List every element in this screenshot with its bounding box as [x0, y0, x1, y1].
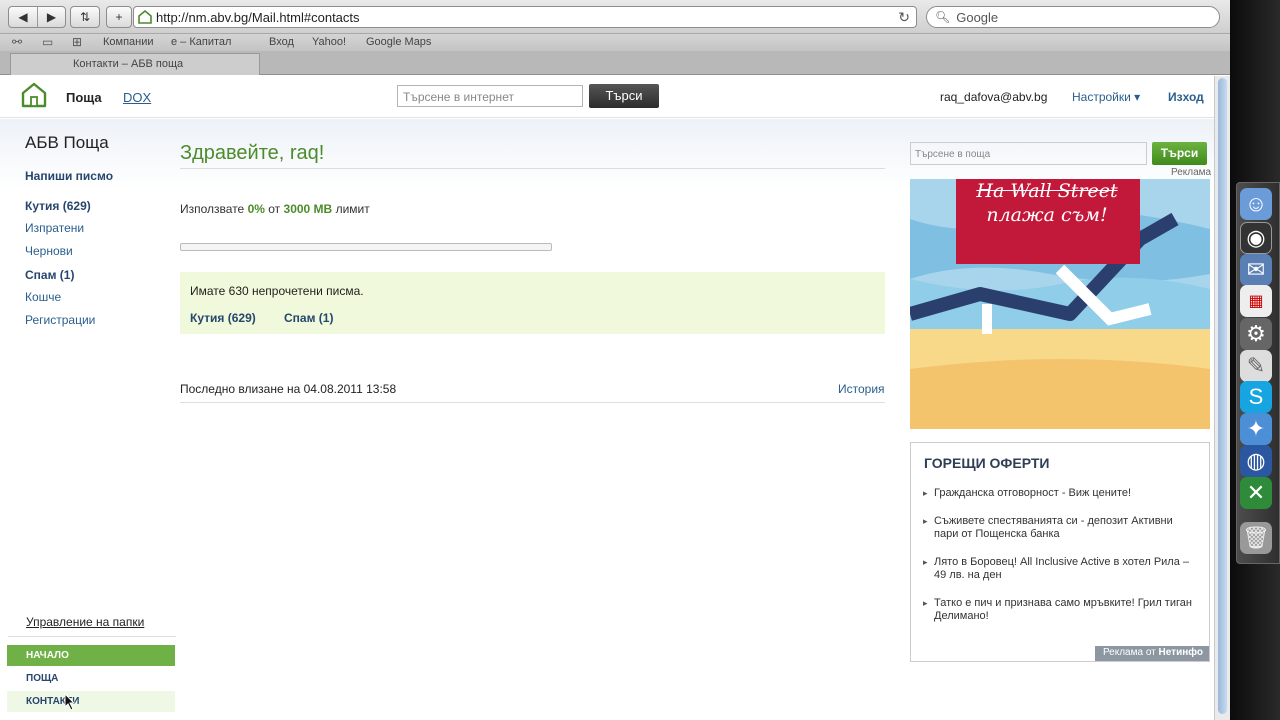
browser-tab[interactable]: Контакти – АБВ поща [10, 53, 260, 75]
page-scrollbar[interactable] [1214, 76, 1230, 720]
divider [180, 402, 885, 403]
offers-footer-brand: Нетинфо [1158, 647, 1203, 658]
url-text: http://nm.abv.bg/Mail.html#contacts [156, 9, 360, 25]
dashboard-icon[interactable]: ◉ [1240, 222, 1272, 254]
back-button[interactable]: ◀ [9, 7, 37, 27]
grid-icon[interactable]: ⊞ [72, 35, 82, 49]
mail-search-input[interactable]: Търсене в поща [910, 142, 1147, 165]
finder-icon[interactable]: ☺ [1240, 188, 1272, 220]
site-home-icon [138, 10, 152, 24]
quota-progress-bar [180, 243, 552, 251]
usage-percent: 0% [247, 202, 265, 216]
logout-link[interactable]: Изход [1168, 90, 1204, 104]
ad-text-line-1: На Wall Street [976, 180, 1118, 202]
greeting-heading: Здравейте, raq! [180, 142, 325, 164]
open-book-icon[interactable]: ▭ [42, 35, 53, 49]
sidebar-folder-spam[interactable]: Спам (1) [25, 268, 74, 282]
compose-link[interactable]: Напиши писмо [25, 169, 113, 183]
offer-link[interactable]: Съживете спестяванията си - депозит Акти… [923, 515, 1198, 541]
sidebar-tab-home[interactable]: НАЧАЛО [7, 645, 175, 666]
sidebar-folder-registrations[interactable]: Регистрации [25, 313, 95, 327]
usage-suffix: лимит [335, 202, 370, 216]
usage-prefix: Използвате [180, 202, 245, 216]
history-link[interactable]: История [838, 382, 885, 396]
internet-search-input[interactable]: Търсене в интернет [397, 85, 583, 107]
nav-buttons: ◀ ▶ [8, 6, 66, 28]
page: Поща DOX Търсене в интернет Търси raq_da… [0, 76, 1214, 720]
tab-bar: Контакти – АБВ поща [0, 51, 1230, 75]
divider [180, 168, 885, 169]
browser-window: ◀ ▶ ⇅ + http://nm.abv.bg/Mail.html#conta… [0, 0, 1230, 720]
home-icon[interactable] [20, 81, 48, 109]
offers-footer[interactable]: Реклама от Нетинфо [1094, 646, 1209, 661]
bookmark-item[interactable]: Yahoo! [312, 36, 346, 48]
hot-offers-title: ГОРЕЩИ ОФЕРТИ [924, 455, 1050, 471]
sidebar-folder-sent[interactable]: Изпратени [25, 221, 84, 235]
system-preferences-icon[interactable]: ⚙ [1240, 318, 1272, 350]
hot-offers-box: ГОРЕЩИ ОФЕРТИ Гражданска отговорност - В… [910, 442, 1210, 662]
sidebar-folder-inbox[interactable]: Кутия (629) [25, 199, 91, 213]
sidebar-folder-drafts[interactable]: Чернови [25, 244, 73, 258]
manage-folders-link[interactable]: Управление на папки [26, 615, 144, 629]
bookmark-item[interactable]: е – Капитал [171, 36, 231, 48]
browser-search-placeholder: Google [956, 9, 999, 25]
bookmarks-bar: ⚯ ▭ ⊞ Компании е – Капитал Вход Yahoo! G… [0, 34, 1230, 51]
ad-banner[interactable]: На Wall Street плажа съм! [910, 179, 1210, 429]
bookmark-button[interactable]: ⇅ [70, 6, 100, 28]
notes-icon[interactable]: ✎ [1240, 350, 1272, 382]
ad-text: На Wall Street плажа съм! [972, 179, 1122, 227]
sidebar-tab-mail[interactable]: ПОЩА [7, 668, 175, 689]
usage-limit: 3000 MB [283, 202, 333, 216]
forward-button[interactable]: ▶ [37, 7, 65, 27]
plus-icon: + [115, 10, 123, 24]
trash-icon[interactable]: 🗑︎ [1240, 522, 1272, 554]
offer-link[interactable]: Гражданска отговорност - Виж цените! [923, 487, 1198, 500]
site-header: Поща DOX Търсене в интернет Търси raq_da… [0, 76, 1214, 118]
excel-icon[interactable]: ✕ [1240, 477, 1272, 509]
sidebar-divider [8, 636, 176, 637]
settings-menu[interactable]: Настройки ▾ [1072, 90, 1140, 104]
ad-label: Реклама [1171, 167, 1212, 178]
offer-link[interactable]: Лято в Боровец! All Inclusive Active в х… [923, 556, 1198, 582]
reload-icon[interactable]: ↻ [898, 9, 910, 26]
storage-usage: Използвате 0% от 3000 MB лимит [180, 202, 370, 216]
search-icon: 🔍︎ [935, 10, 951, 24]
mail-search-button[interactable]: Търси [1152, 142, 1207, 165]
browser-toolbar: ◀ ▶ ⇅ + http://nm.abv.bg/Mail.html#conta… [0, 0, 1230, 34]
unread-notice: Имате 630 непрочетени писма. Кутия (629)… [180, 272, 885, 334]
bookmark-item[interactable]: Вход [269, 36, 294, 48]
nav-dox[interactable]: DOX [123, 90, 151, 105]
sidebar-tab-contacts[interactable]: КОНТАКТИ [7, 691, 175, 712]
browser-search-field[interactable]: 🔍︎ Google [926, 6, 1220, 28]
unread-spam-link[interactable]: Спам (1) [284, 311, 333, 325]
address-bar[interactable]: http://nm.abv.bg/Mail.html#contacts ↻ [133, 6, 917, 28]
bookmark-item[interactable]: Компании [103, 36, 154, 48]
network-icon[interactable]: ◍ [1240, 445, 1272, 477]
usage-mid: от [268, 202, 281, 216]
sidebar-folder-trash[interactable]: Кошче [25, 290, 61, 304]
user-email: raq_dafova@abv.bg [940, 90, 1048, 104]
unread-text: Имате 630 непрочетени писма. [190, 284, 364, 298]
safari-icon[interactable]: ✦ [1240, 413, 1272, 445]
unread-inbox-link[interactable]: Кутия (629) [190, 311, 256, 325]
offers-footer-prefix: Реклама от [1102, 647, 1156, 658]
scrollbar-thumb[interactable] [1218, 78, 1227, 714]
internet-search-button[interactable]: Търси [589, 84, 659, 108]
last-login-text: Последно влизане на 04.08.2011 13:58 [180, 382, 397, 396]
skype-icon[interactable]: S [1240, 381, 1272, 413]
reading-glasses-icon[interactable]: ⚯ [12, 35, 22, 49]
mouse-cursor-icon [64, 693, 76, 711]
nav-mail[interactable]: Поща [66, 90, 102, 105]
offer-link[interactable]: Татко е пич и признава само мръвките! Гр… [923, 597, 1198, 623]
brand-title: АБВ Поща [25, 133, 109, 152]
ad-text-line-2: плажа съм! [986, 204, 1108, 226]
mail-app-icon[interactable]: ✉ [1240, 254, 1272, 286]
bookmark-item[interactable]: Google Maps [366, 36, 431, 48]
calendar-icon[interactable]: ▦ [1240, 285, 1272, 317]
bookmarks-icon: ⇅ [79, 10, 91, 24]
add-bookmark-button[interactable]: + [106, 6, 132, 28]
